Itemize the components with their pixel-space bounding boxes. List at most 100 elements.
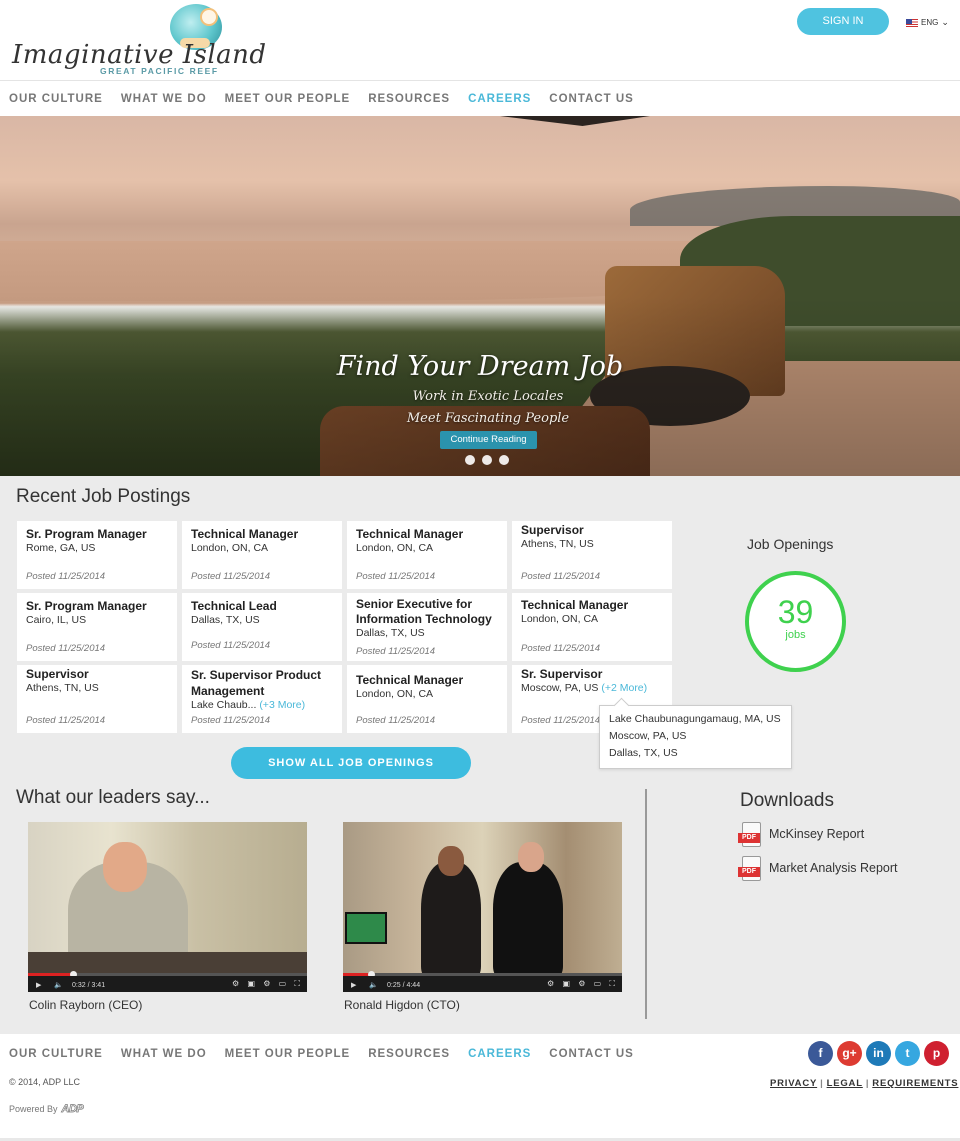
play-icon[interactable]: ▶ xyxy=(36,981,41,989)
separator: | xyxy=(865,1078,870,1089)
video-controls: ▶ 🔈 0:25 / 4:44 ⚙ ▣ ⚙ ▭ ⛶ xyxy=(343,976,622,992)
download-label: McKinsey Report xyxy=(769,827,865,841)
nav-meet-our-people[interactable]: MEET OUR PEOPLE xyxy=(225,93,351,105)
sign-in-button[interactable]: SIGN IN xyxy=(797,8,889,35)
video-player-cto[interactable]: ▶ 🔈 0:25 / 4:44 ⚙ ▣ ⚙ ▭ ⛶ xyxy=(343,822,622,992)
powered-by-label: Powered By xyxy=(9,1104,58,1114)
copyright: © 2014, ADP LLC xyxy=(9,1077,81,1087)
job-card[interactable]: Sr. Supervisor Product Management Lake C… xyxy=(182,665,342,733)
job-location: London, ON, CA xyxy=(356,688,434,700)
job-location: Dallas, TX, US xyxy=(356,627,425,639)
job-title: Senior Executive for Information Technol… xyxy=(356,597,492,626)
job-title: Sr. Supervisor Product Management xyxy=(191,668,322,698)
video-player-ceo[interactable]: ▶ 🔈 0:32 / 3:41 ⚙ ▣ ⚙ ▭ ⛶ xyxy=(28,822,307,992)
nav-our-culture[interactable]: OUR CULTURE xyxy=(9,93,103,105)
section-divider xyxy=(645,789,647,1019)
download-market-analysis-report[interactable]: PDF Market Analysis Report xyxy=(738,856,898,881)
hero-subtitle-1: Work in Exotic Locales xyxy=(412,389,564,404)
job-location-text: Moscow, PA, US xyxy=(521,682,599,694)
nav-careers[interactable]: CAREERS xyxy=(468,93,531,105)
carousel-dot-2[interactable] xyxy=(482,455,492,465)
job-posted-date: Posted 11/25/2014 xyxy=(521,715,601,726)
job-card[interactable]: Senior Executive for Information Technol… xyxy=(347,593,507,661)
tooltip-location: Moscow, PA, US xyxy=(609,730,687,742)
video-settings-icons[interactable]: ⚙ ▣ ⚙ ▭ ⛶ xyxy=(232,979,303,989)
job-location-text: Lake Chaub... xyxy=(191,699,257,711)
job-title: Supervisor xyxy=(521,523,584,537)
job-posted-date: Posted 11/25/2014 xyxy=(26,643,106,654)
more-locations-link[interactable]: (+3 More) xyxy=(259,699,305,711)
nav-contact-us[interactable]: CONTACT US xyxy=(549,93,634,105)
job-card[interactable]: Technical Manager London, ON, CA Posted … xyxy=(347,521,507,589)
video-thumbnail-head xyxy=(438,846,464,876)
job-title: Technical Manager xyxy=(356,527,464,541)
more-locations-link[interactable]: (+2 More) xyxy=(601,682,647,694)
nav-resources[interactable]: RESOURCES xyxy=(368,93,450,105)
job-posted-date: Posted 11/25/2014 xyxy=(191,640,271,651)
video-thumbnail-head xyxy=(518,842,544,872)
hero-title: Find Your Dream Job xyxy=(336,351,624,382)
job-title: Technical Manager xyxy=(521,598,629,612)
job-card[interactable]: Technical Manager London, ON, CA Posted … xyxy=(512,593,672,661)
job-location: Cairo, IL, US xyxy=(26,614,87,626)
job-openings-title: Job Openings xyxy=(747,536,834,552)
job-posted-date: Posted 11/25/2014 xyxy=(356,715,436,726)
job-card[interactable]: Supervisor Athens, TN, US Posted 11/25/2… xyxy=(17,665,177,733)
job-posted-date: Posted 11/25/2014 xyxy=(26,715,106,726)
job-location: London, ON, CA xyxy=(356,542,434,554)
video-caption: Colin Rayborn (CEO) xyxy=(29,998,143,1012)
continue-reading-button[interactable]: Continue Reading xyxy=(440,431,537,449)
logo[interactable]: Imaginative Island GREAT PACIFIC REEF xyxy=(10,4,266,76)
carousel-dot-3[interactable] xyxy=(499,455,509,465)
video-thumbnail-head xyxy=(103,842,147,892)
volume-icon[interactable]: 🔈 xyxy=(54,981,63,989)
show-all-job-openings-button[interactable]: SHOW ALL JOB OPENINGS xyxy=(231,747,471,779)
adp-logo-icon[interactable]: ADP xyxy=(61,1103,84,1116)
job-card[interactable]: Sr. Program Manager Rome, GA, US Posted … xyxy=(17,521,177,589)
facebook-icon[interactable]: f xyxy=(808,1041,833,1066)
job-openings-counter[interactable]: 39 jobs xyxy=(745,571,846,672)
volume-icon[interactable]: 🔈 xyxy=(369,981,378,989)
leaders-title: What our leaders say... xyxy=(16,787,210,808)
footer-nav-contact-us[interactable]: CONTACT US xyxy=(549,1048,634,1060)
us-flag-icon xyxy=(906,18,918,27)
nav-what-we-do[interactable]: WHAT WE DO xyxy=(121,93,207,105)
recent-job-postings-title: Recent Job Postings xyxy=(16,486,191,507)
logo-tagline: GREAT PACIFIC REEF xyxy=(100,66,219,76)
job-location: Athens, TN, US xyxy=(26,682,99,694)
privacy-link[interactable]: PRIVACY xyxy=(770,1078,817,1089)
video-thumbnail-screen xyxy=(345,912,387,944)
job-card[interactable]: Technical Manager London, ON, CA Posted … xyxy=(182,521,342,589)
video-time: 0:32 / 3:41 xyxy=(72,982,106,989)
job-location: Athens, TN, US xyxy=(521,538,594,550)
legal-link[interactable]: LEGAL xyxy=(827,1078,863,1089)
carousel-dot-1[interactable] xyxy=(465,455,475,465)
job-posted-date: Posted 11/25/2014 xyxy=(191,571,271,582)
job-title: Technical Lead xyxy=(191,599,277,613)
footer-nav-our-culture[interactable]: OUR CULTURE xyxy=(9,1048,103,1060)
downloads-title: Downloads xyxy=(740,790,834,811)
language-selector[interactable]: ENG ⌄ xyxy=(906,17,949,28)
footer-nav-careers[interactable]: CAREERS xyxy=(468,1048,531,1060)
job-card[interactable]: Technical Manager London, ON, CA Posted … xyxy=(347,665,507,733)
footer-nav-meet-our-people[interactable]: MEET OUR PEOPLE xyxy=(225,1048,351,1060)
main-nav: OUR CULTURE WHAT WE DO MEET OUR PEOPLE R… xyxy=(0,82,960,116)
job-location: Rome, GA, US xyxy=(26,542,96,554)
job-title: Sr. Program Manager xyxy=(26,599,147,613)
footer-nav-resources[interactable]: RESOURCES xyxy=(368,1048,450,1060)
job-card[interactable]: Supervisor Athens, TN, US Posted 11/25/2… xyxy=(512,521,672,589)
google-plus-icon[interactable]: g+ xyxy=(837,1041,862,1066)
twitter-icon[interactable]: t xyxy=(895,1041,920,1066)
pinterest-icon[interactable]: p xyxy=(924,1041,949,1066)
site-footer: OUR CULTURE WHAT WE DO MEET OUR PEOPLE R… xyxy=(0,1034,960,1141)
footer-nav-what-we-do[interactable]: WHAT WE DO xyxy=(121,1048,207,1060)
play-icon[interactable]: ▶ xyxy=(351,981,356,989)
video-settings-icons[interactable]: ⚙ ▣ ⚙ ▭ ⛶ xyxy=(547,979,618,989)
requirements-link[interactable]: REQUIREMENTS xyxy=(872,1078,958,1089)
separator: | xyxy=(820,1078,824,1089)
job-card[interactable]: Sr. Program Manager Cairo, IL, US Posted… xyxy=(17,593,177,661)
linkedin-icon[interactable]: in xyxy=(866,1041,891,1066)
language-label: ENG xyxy=(921,18,939,27)
download-mckinsey-report[interactable]: PDF McKinsey Report xyxy=(738,822,865,847)
job-card[interactable]: Technical Lead Dallas, TX, US Posted 11/… xyxy=(182,593,342,661)
